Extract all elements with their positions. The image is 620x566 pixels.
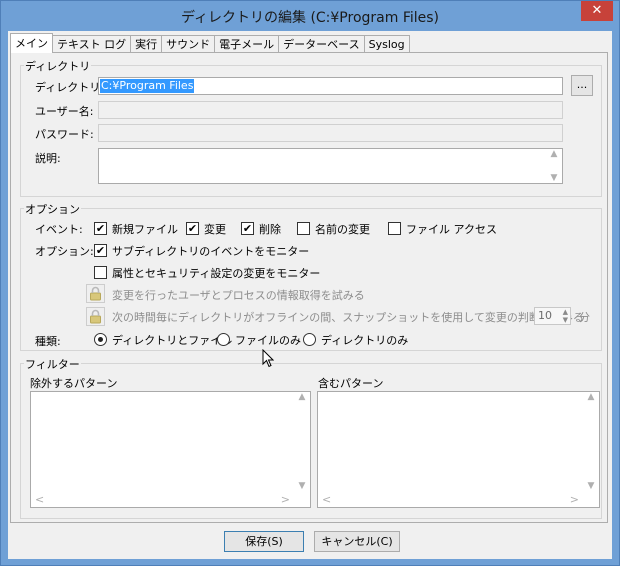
include-pattern-label: 含むパターン: [318, 377, 384, 390]
tab-email[interactable]: 電子メール: [214, 35, 280, 53]
event-new-file-label[interactable]: 新規ファイル: [112, 221, 178, 237]
tab-execute[interactable]: 実行: [130, 35, 163, 53]
lock-icon: [86, 307, 105, 326]
directory-value: C:¥Program Files: [100, 79, 195, 93]
kind-label: 種類:: [35, 335, 61, 348]
directory-field[interactable]: C:¥Program Files: [98, 77, 563, 95]
event-modify-checkbox[interactable]: ✔: [186, 222, 199, 235]
username-field[interactable]: [98, 101, 563, 119]
edit-directory-window: ディレクトリの編集 (C:¥Program Files) ✕ メイン テキスト …: [0, 0, 620, 566]
snapshot-option-label: 次の時間毎にディレクトリがオフラインの間、スナップショットを使用して変更の判断を…: [112, 311, 584, 324]
event-delete-label[interactable]: 削除: [259, 221, 281, 237]
scroll-down-icon[interactable]: ▼: [588, 481, 595, 491]
password-field[interactable]: [98, 124, 563, 142]
radio-selected-dot: [98, 337, 103, 342]
mouse-cursor-icon: [262, 349, 274, 368]
directory-group: ディレクトリ ディレクトリ: C:¥Program Files ... ユーザー…: [20, 58, 602, 197]
user-process-info-label: 変更を行ったユーザとプロセスの情報取得を試みる: [112, 289, 365, 302]
check-icon: ✔: [242, 222, 253, 235]
directory-group-title: ディレクトリ: [24, 58, 92, 74]
subdir-events-label[interactable]: サブディレクトリのイベントをモニター: [112, 243, 309, 259]
spin-up-icon[interactable]: ▲: [563, 308, 568, 316]
scroll-right-icon[interactable]: >: [281, 493, 290, 506]
event-delete-checkbox[interactable]: ✔: [241, 222, 254, 235]
scroll-left-icon[interactable]: <: [35, 493, 44, 506]
exclude-horizontal-scrollbar[interactable]: < >: [31, 491, 294, 507]
title-bar[interactable]: ディレクトリの編集 (C:¥Program Files) ✕: [1, 1, 619, 31]
options-label: オプション:: [35, 245, 94, 258]
username-label: ユーザー名:: [35, 105, 94, 118]
dialog-client: メイン テキスト ログ 実行 サウンド 電子メール データーベース Syslog…: [8, 31, 612, 559]
check-icon: ✔: [187, 222, 198, 235]
description-field[interactable]: ▲ ▼: [98, 148, 563, 184]
tab-syslog[interactable]: Syslog: [363, 35, 410, 53]
scroll-right-icon[interactable]: >: [570, 493, 579, 506]
check-icon: ✔: [95, 244, 106, 257]
kind-dir-only-label[interactable]: ディレクトリのみ: [321, 332, 408, 348]
scroll-down-icon[interactable]: ▼: [551, 173, 558, 183]
kind-dir-and-file-label[interactable]: ディレクトリとファイル: [112, 332, 232, 348]
security-changes-label[interactable]: 属性とセキュリティ設定の変更をモニター: [112, 265, 320, 281]
description-label: 説明:: [35, 152, 61, 165]
include-vertical-scrollbar[interactable]: ▲ ▼: [583, 392, 599, 491]
spin-down-icon[interactable]: ▼: [563, 316, 568, 324]
snapshot-minutes-spinner[interactable]: 10 ▲ ▼: [534, 307, 571, 325]
filter-group: フィルター 除外するパターン ▲ ▼ < > 含むパターン ▲ ▼ < >: [20, 356, 602, 519]
security-changes-checkbox[interactable]: [94, 266, 107, 279]
window-title: ディレクトリの編集 (C:¥Program Files): [180, 10, 440, 26]
options-group: オプション イベント: ✔ 新規ファイル ✔ 変更 ✔ 削除 名前の変更 ファイ…: [20, 201, 602, 351]
filter-group-title: フィルター: [24, 356, 81, 372]
tab-database[interactable]: データーベース: [278, 35, 365, 53]
include-horizontal-scrollbar[interactable]: < >: [318, 491, 583, 507]
cancel-button[interactable]: キャンセル(C): [314, 531, 400, 552]
exclude-vertical-scrollbar[interactable]: ▲ ▼: [294, 392, 310, 491]
password-label: パスワード:: [35, 128, 94, 141]
event-file-access-checkbox[interactable]: [388, 222, 401, 235]
exclude-pattern-list[interactable]: ▲ ▼ < >: [30, 391, 311, 508]
scroll-up-icon[interactable]: ▲: [588, 392, 595, 402]
browse-button[interactable]: ...: [571, 75, 593, 96]
subdir-events-checkbox[interactable]: ✔: [94, 244, 107, 257]
scroll-left-icon[interactable]: <: [322, 493, 331, 506]
kind-dir-and-file-radio[interactable]: [94, 333, 107, 346]
scroll-up-icon[interactable]: ▲: [551, 149, 558, 159]
event-rename-label[interactable]: 名前の変更: [315, 221, 370, 237]
event-new-file-checkbox[interactable]: ✔: [94, 222, 107, 235]
check-icon: ✔: [95, 222, 106, 235]
options-group-title: オプション: [24, 201, 81, 217]
main-tab-panel: ディレクトリ ディレクトリ: C:¥Program Files ... ユーザー…: [10, 52, 608, 523]
event-modify-label[interactable]: 変更: [204, 221, 226, 237]
scroll-down-icon[interactable]: ▼: [299, 481, 306, 491]
kind-file-only-radio[interactable]: [217, 333, 230, 346]
save-button[interactable]: 保存(S): [224, 531, 304, 552]
event-rename-checkbox[interactable]: [297, 222, 310, 235]
scroll-up-icon[interactable]: ▲: [299, 392, 306, 402]
directory-label: ディレクトリ:: [35, 81, 104, 94]
exclude-pattern-label: 除外するパターン: [30, 377, 118, 390]
close-button[interactable]: ✕: [581, 1, 613, 21]
tab-sound[interactable]: サウンド: [161, 35, 216, 53]
events-label: イベント:: [35, 223, 83, 236]
kind-dir-only-radio[interactable]: [303, 333, 316, 346]
event-file-access-label[interactable]: ファイル アクセス: [406, 221, 497, 237]
snapshot-unit-label: 分: [579, 311, 590, 324]
snapshot-minutes-value: 10: [538, 309, 552, 322]
tab-text-log[interactable]: テキスト ログ: [52, 35, 132, 53]
description-scrollbar[interactable]: ▲ ▼: [546, 149, 562, 183]
tab-strip: メイン テキスト ログ 実行 サウンド 電子メール データーベース Syslog: [10, 33, 410, 53]
include-pattern-list[interactable]: ▲ ▼ < >: [317, 391, 600, 508]
lock-icon: [86, 284, 105, 303]
kind-file-only-label[interactable]: ファイルのみ: [235, 332, 301, 348]
tab-main[interactable]: メイン: [10, 33, 53, 53]
